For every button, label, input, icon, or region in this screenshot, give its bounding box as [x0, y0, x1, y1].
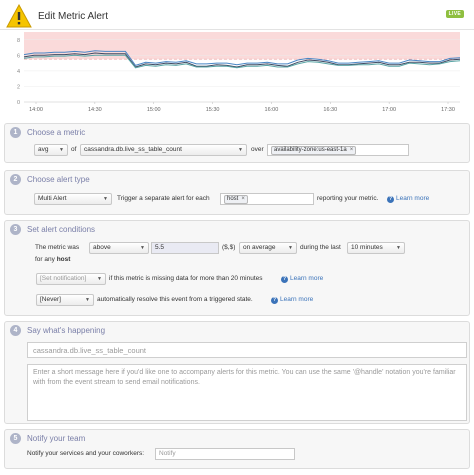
- threshold-input[interactable]: 5.5: [151, 242, 219, 254]
- auto-resolve-value: [Never]: [40, 296, 61, 303]
- close-icon[interactable]: ×: [241, 196, 245, 202]
- x-tick-label: 16:30: [323, 107, 337, 113]
- notify-input[interactable]: Notify: [155, 448, 295, 460]
- dialog-header: Edit Metric Alert LIVE: [0, 0, 474, 30]
- trigger-label: Trigger a separate alert for each: [117, 195, 210, 202]
- over-label: over: [251, 146, 264, 153]
- y-tick-label: 2: [17, 84, 20, 90]
- step-number: 3: [10, 224, 21, 235]
- live-badge: LIVE: [445, 10, 464, 18]
- y-tick-label: 0: [17, 100, 20, 106]
- chevron-down-icon: ▼: [97, 276, 102, 282]
- x-tick-label: 16:00: [265, 107, 279, 113]
- host-tag-label: host: [227, 196, 239, 202]
- notify-missing-value: [Set notification]: [40, 275, 87, 282]
- x-tick-label: 17:00: [382, 107, 396, 113]
- help-icon: ?: [281, 276, 288, 283]
- learn-more-label: Learn more: [396, 195, 430, 202]
- section-alert-conditions: 3 Set alert conditions The metric was ab…: [4, 220, 470, 316]
- metric-chart-svg: 0 2 4 6 8 14:00 14:30 15:00 15:30 16:00 16:30 17:00…: [17, 32, 461, 113]
- metric-was-label: The metric was: [35, 244, 80, 251]
- close-icon[interactable]: ×: [350, 147, 354, 153]
- message-body-textarea[interactable]: Enter a short message here if you'd like…: [27, 364, 467, 421]
- for-any-label: for any host: [35, 256, 70, 263]
- group-by-input[interactable]: host ×: [220, 193, 314, 205]
- chevron-down-icon: ▼: [288, 245, 293, 251]
- chevron-down-icon: ▼: [85, 297, 90, 303]
- message-subject-input[interactable]: cassandra.db.live_ss_table_count: [27, 342, 467, 358]
- aggregation-value: avg: [38, 146, 49, 153]
- missing-data-label: if this metric is missing data for more …: [109, 275, 263, 282]
- y-tick-label: 4: [17, 69, 20, 75]
- chevron-down-icon: ▼: [103, 196, 108, 202]
- warning-icon: [6, 4, 32, 28]
- section-message: 4 Say what's happening cassandra.db.live…: [4, 321, 470, 424]
- learn-more-label: Learn more: [290, 275, 324, 282]
- metric-value: cassandra.db.live_ss_table_count: [84, 146, 182, 153]
- x-tick-label: 15:00: [147, 107, 161, 113]
- section-title: Choose a metric: [27, 128, 86, 137]
- scope-input[interactable]: availability-zone:us-east-1a ×: [267, 144, 409, 156]
- for-any-text: for any: [35, 256, 55, 263]
- comparator-value: above: [93, 244, 111, 251]
- learn-more-link[interactable]: ? Learn more: [271, 296, 313, 304]
- alert-type-select[interactable]: Multi Alert ▼: [34, 193, 112, 205]
- metric-chart: 0 2 4 6 8 14:00 14:30 15:00 15:30 16:00 16:30 17:00…: [0, 30, 474, 118]
- window-value: 10 minutes: [351, 244, 383, 251]
- auto-resolve-label: automatically resolve this event from a …: [97, 296, 253, 303]
- section-header: 3 Set alert conditions: [5, 221, 469, 237]
- section-header: 1 Choose a metric: [5, 124, 469, 140]
- y-tick-label: 8: [17, 38, 20, 44]
- auto-resolve-select[interactable]: [Never] ▼: [36, 294, 94, 306]
- section-title: Choose alert type: [27, 175, 90, 184]
- unit-label: ($,$): [222, 244, 236, 251]
- window-select[interactable]: 10 minutes ▼: [347, 242, 405, 254]
- section-title: Say what's happening: [27, 326, 106, 335]
- window-mode-value: on average: [243, 244, 276, 251]
- x-tick-label: 17:30: [441, 107, 455, 113]
- step-number: 1: [10, 127, 21, 138]
- page-title: Edit Metric Alert: [38, 11, 109, 22]
- chevron-down-icon: ▼: [59, 147, 64, 153]
- learn-more-link[interactable]: ? Learn more: [387, 195, 429, 203]
- aggregation-select[interactable]: avg ▼: [34, 144, 68, 156]
- chevron-down-icon: ▼: [140, 245, 145, 251]
- section-header: 4 Say what's happening: [5, 322, 469, 338]
- alert-type-value: Multi Alert: [38, 195, 67, 202]
- x-tick-label: 14:00: [29, 107, 43, 113]
- help-icon: ?: [387, 196, 394, 203]
- scope-tag[interactable]: availability-zone:us-east-1a ×: [271, 146, 357, 155]
- reporting-label: reporting your metric.: [317, 195, 379, 202]
- help-icon: ?: [271, 297, 278, 304]
- for-any-group: host: [56, 256, 71, 263]
- section-header: 2 Choose alert type: [5, 171, 469, 187]
- notify-label: Notify your services and your coworkers:: [27, 450, 145, 457]
- x-tick-label: 15:30: [206, 107, 220, 113]
- x-tick-label: 14:30: [88, 107, 102, 113]
- section-header: 5 Notify your team: [5, 430, 469, 446]
- learn-more-label: Learn more: [280, 296, 314, 303]
- section-notify: 5 Notify your team Notify your services …: [4, 429, 470, 469]
- section-choose-metric: 1 Choose a metric avg ▼ of cassandra.db.l…: [4, 123, 470, 163]
- notify-missing-select[interactable]: [Set notification] ▼: [36, 273, 106, 285]
- metric-select[interactable]: cassandra.db.live_ss_table_count ▼: [80, 144, 247, 156]
- learn-more-link[interactable]: ? Learn more: [281, 275, 323, 283]
- chevron-down-icon: ▼: [396, 245, 401, 251]
- section-title: Notify your team: [27, 434, 86, 443]
- window-mode-select[interactable]: on average ▼: [239, 242, 297, 254]
- chevron-down-icon: ▼: [238, 147, 243, 153]
- step-number: 2: [10, 174, 21, 185]
- comparator-select[interactable]: above ▼: [89, 242, 149, 254]
- scope-tag-label: availability-zone:us-east-1a: [274, 147, 347, 153]
- host-tag[interactable]: host ×: [224, 195, 248, 204]
- section-alert-type: 2 Choose alert type Multi Alert ▼ Trigger…: [4, 170, 470, 215]
- during-label: during the last: [300, 244, 341, 251]
- y-tick-label: 6: [17, 53, 20, 59]
- of-label: of: [71, 146, 77, 153]
- step-number: 4: [10, 325, 21, 336]
- step-number: 5: [10, 433, 21, 444]
- section-title: Set alert conditions: [27, 225, 96, 234]
